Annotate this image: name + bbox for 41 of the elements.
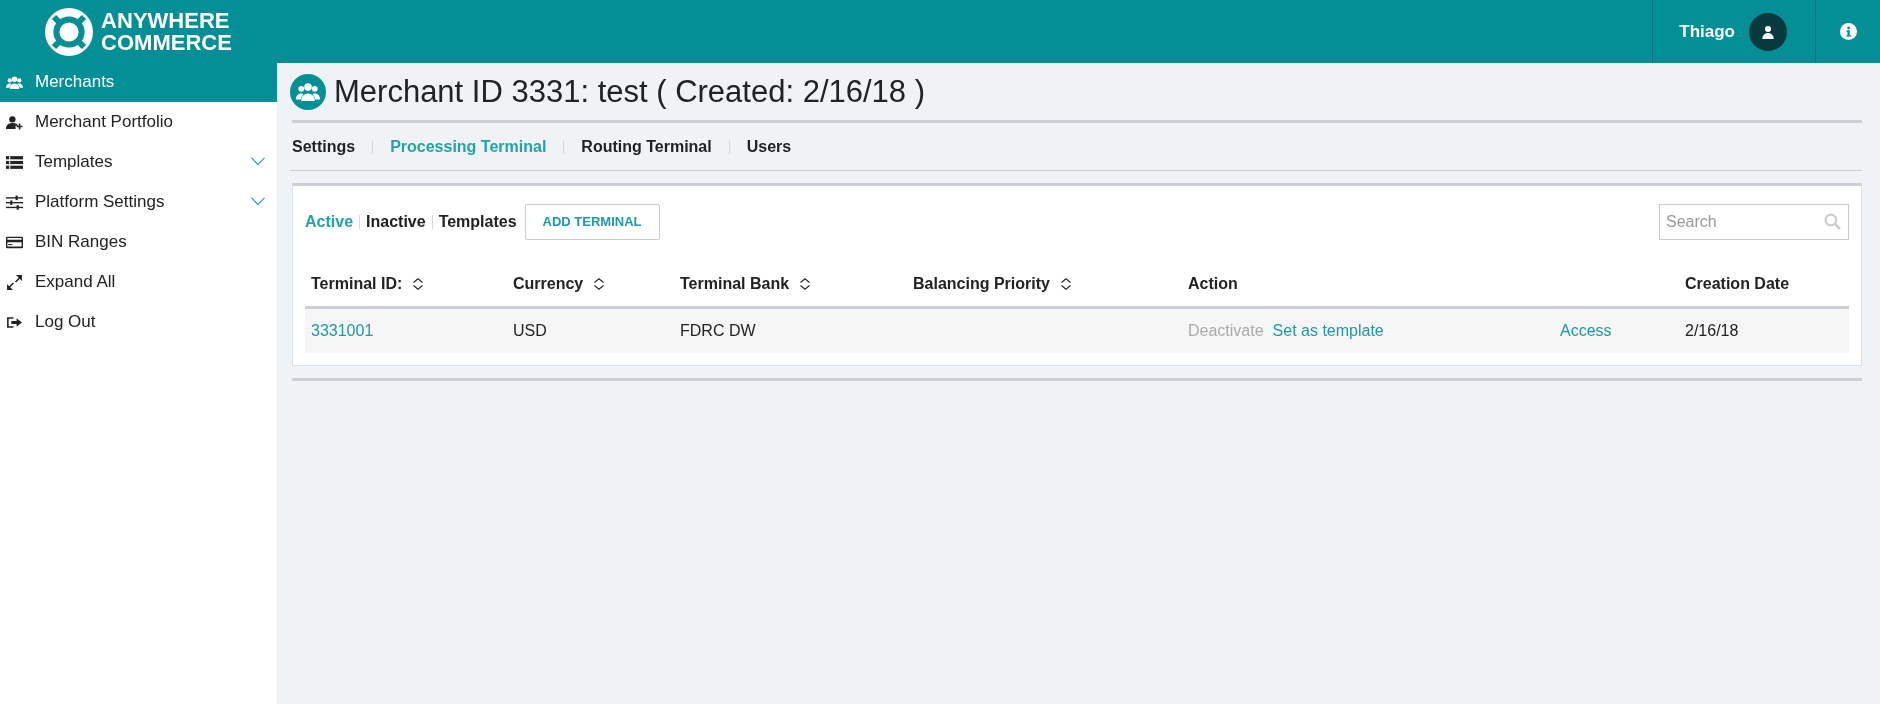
- column-header: Terminal ID:: [311, 274, 403, 295]
- expand-arrows-icon: [6, 273, 23, 291]
- sidebar-item[interactable]: Templates: [0, 142, 277, 182]
- brand-name: COMMERCE: [101, 31, 232, 54]
- filter-link[interactable]: Inactive: [366, 210, 426, 235]
- sort-icon: [593, 276, 606, 293]
- sort-icon: [1059, 276, 1072, 293]
- brand-name: ANYWHERE: [101, 9, 231, 32]
- column-header: Currency: [513, 274, 584, 295]
- column-header: Terminal Bank: [680, 274, 790, 295]
- user-plus-icon: [6, 113, 23, 131]
- list-icon: [6, 153, 23, 171]
- action-link: Deactivate: [1188, 321, 1264, 342]
- sort-icon: [799, 276, 812, 293]
- sidebar-item[interactable]: Merchant Portfolio: [0, 102, 277, 142]
- page-title: Merchant ID 3331: test ( Created: 2/16/18 ): [334, 73, 926, 111]
- tab[interactable]: Routing Terminal: [581, 134, 712, 159]
- column-header: Creation Date: [1685, 274, 1790, 295]
- logo-icon: [45, 7, 94, 56]
- search-icon: [1824, 213, 1841, 231]
- user-icon: [1761, 24, 1775, 39]
- sidebar-item[interactable]: Log Out: [0, 302, 277, 342]
- user-name: Thiago: [1679, 20, 1735, 43]
- users-badge-icon: [290, 73, 326, 110]
- sidebar-item[interactable]: BIN Ranges: [0, 222, 277, 262]
- sidebar-item[interactable]: Merchants: [0, 62, 277, 102]
- tab[interactable]: Settings: [292, 134, 356, 159]
- tab[interactable]: Users: [746, 134, 792, 159]
- filter-link[interactable]: Templates: [438, 210, 517, 235]
- table-cell-text: FDRC DW: [680, 321, 756, 342]
- search-field[interactable]: Search: [1659, 204, 1849, 241]
- column-header: Balancing Priority: [913, 274, 1050, 295]
- table-cell-text: USD: [513, 321, 547, 342]
- info-icon: [1839, 23, 1857, 40]
- sidebar-item[interactable]: Platform Settings: [0, 182, 277, 222]
- column-header: Action: [1188, 274, 1238, 295]
- sidebar-item[interactable]: Expand All: [0, 262, 277, 302]
- sort-icon: [412, 276, 425, 293]
- user-menu[interactable]: Thiago: [1652, 0, 1816, 63]
- sliders-icon: [6, 193, 23, 211]
- table-cell-text: 2/16/18: [1685, 321, 1739, 342]
